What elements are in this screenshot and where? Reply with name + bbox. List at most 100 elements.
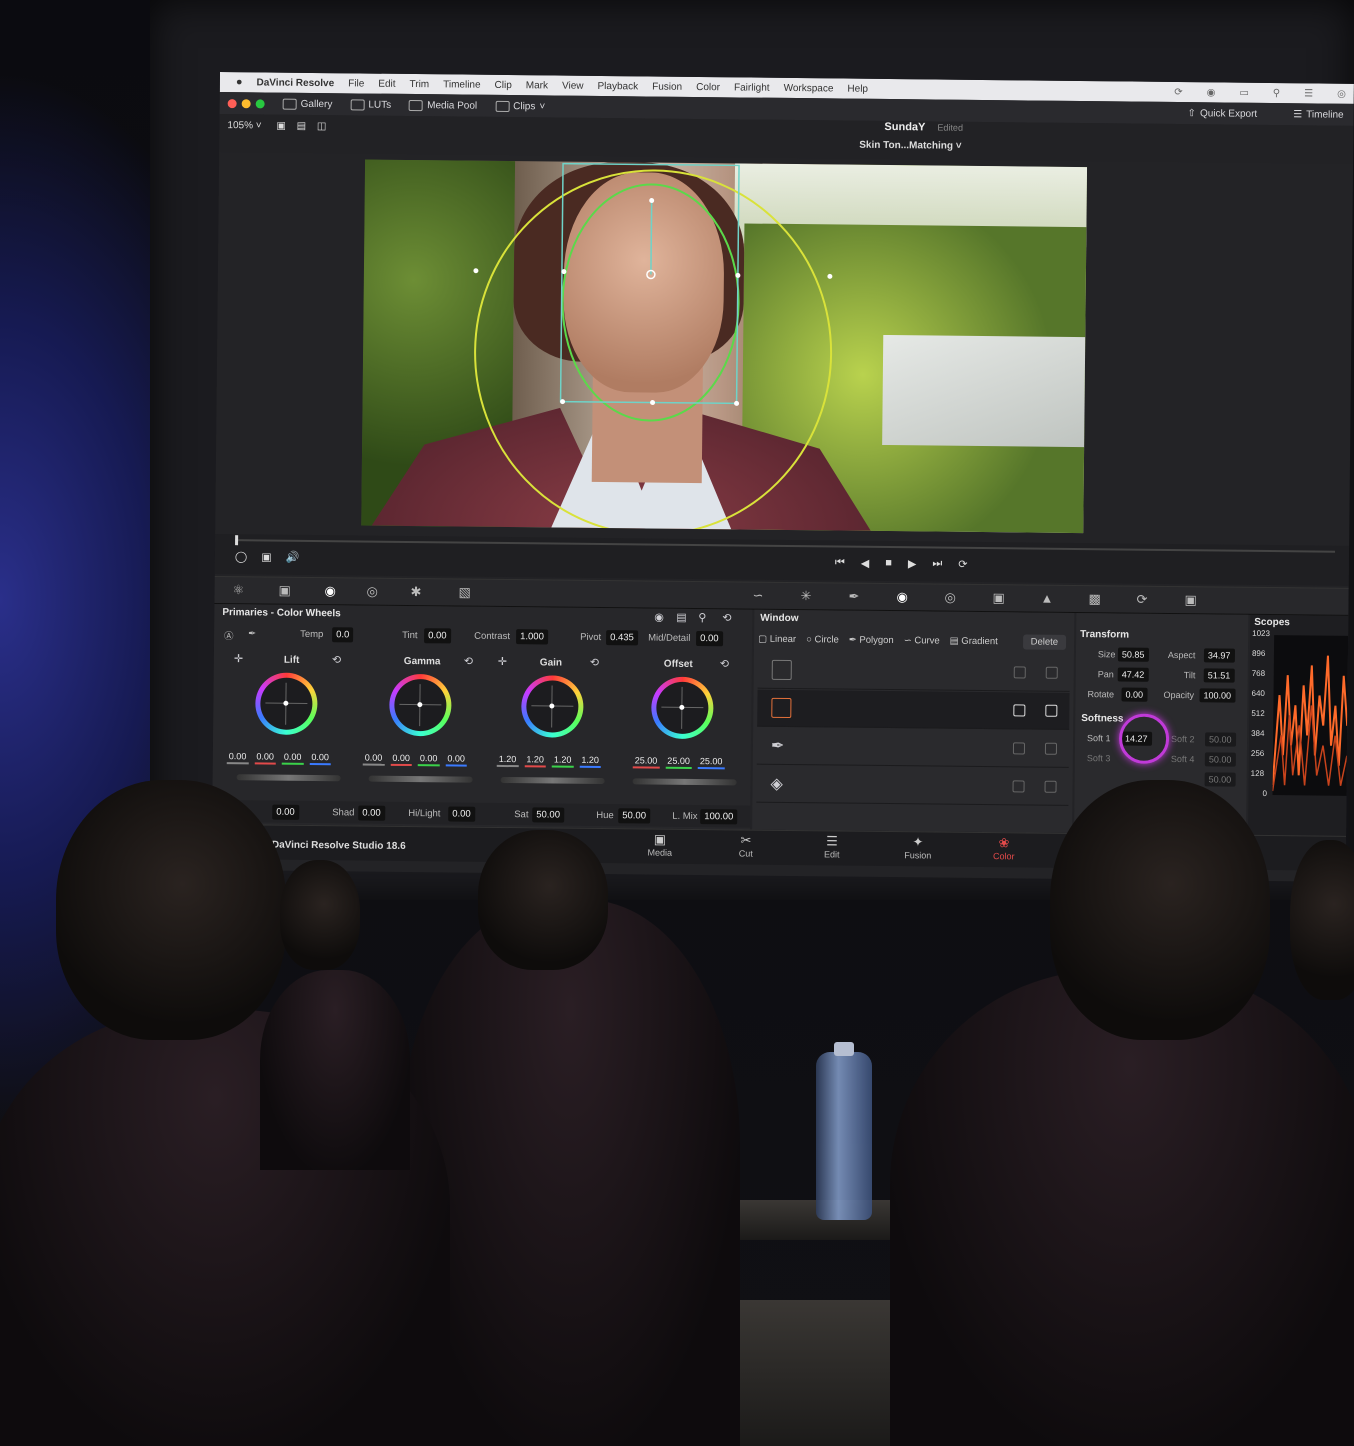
luts-button[interactable]: LUTs (350, 98, 391, 110)
video-viewer[interactable] (361, 159, 1088, 534)
size-field[interactable]: 50.85 (1117, 647, 1149, 662)
loop-mode-icon[interactable]: ◯ (235, 550, 247, 563)
offset-wheel-puck[interactable] (679, 704, 685, 710)
tracker-icon[interactable]: ◎ (944, 590, 956, 606)
picker-icon[interactable]: ✒ (248, 628, 256, 639)
speaker-icon[interactable]: 🔊 (286, 551, 300, 564)
gamma-wheel-puck[interactable] (417, 702, 423, 708)
auto-balance-icon[interactable]: Ⓐ (224, 628, 234, 642)
bars-mode-icon[interactable]: ▤ (676, 611, 687, 624)
tilt-field[interactable]: 51.51 (1203, 668, 1235, 683)
gamma-r-value[interactable]: 0.00 (390, 751, 412, 767)
linear-window-button[interactable]: ▢ Linear (758, 633, 796, 644)
eye-icon[interactable]: ◉ (1207, 87, 1216, 98)
middetail-field[interactable]: 0.00 (696, 631, 723, 647)
invert-toggle[interactable] (1013, 704, 1026, 717)
menu-fusion[interactable]: Fusion (652, 81, 682, 92)
rotate-field[interactable]: 0.00 (1121, 687, 1148, 702)
apple-icon[interactable]: ● (236, 76, 243, 88)
sync-icon[interactable]: ⟳ (1174, 86, 1183, 97)
reset-icon[interactable]: ⟲ (590, 656, 599, 669)
play-icon[interactable]: ▶ (908, 557, 917, 570)
temp-field[interactable]: 0.0 (332, 627, 354, 643)
invert-toggle[interactable] (1013, 666, 1026, 679)
opacity-field[interactable]: 100.00 (1199, 688, 1236, 703)
menu-workspace[interactable]: Workspace (784, 82, 834, 94)
window-top-handle[interactable] (649, 198, 655, 204)
zoom-select[interactable]: 105% ˅ ▣ ▤ ◫ (227, 120, 326, 132)
menu-view[interactable]: View (562, 80, 584, 91)
reset-icon[interactable]: ⟲ (332, 653, 341, 666)
soft4-field[interactable]: 50.00 (1204, 752, 1236, 767)
play-reverse-icon[interactable]: ◀ (861, 557, 870, 570)
quick-export-button[interactable]: ⇧ Quick Export (1188, 108, 1258, 120)
pan-field[interactable]: 47.42 (1117, 667, 1149, 682)
gamma-g-value[interactable]: 0.00 (417, 752, 440, 767)
curve-window-button[interactable]: ∽ Curve (904, 635, 940, 646)
camera-raw-icon[interactable]: ⚛ (232, 582, 245, 598)
menu-clip[interactable]: Clip (495, 79, 512, 90)
playhead[interactable] (235, 535, 239, 546)
lift-wheel-puck[interactable] (283, 700, 289, 706)
gradient-window-button[interactable]: ▤ Gradient (950, 635, 998, 647)
window-row-circle[interactable] (757, 689, 1070, 730)
window-corner-handle[interactable] (734, 400, 740, 406)
log-mode-icon[interactable]: ⚲ (698, 611, 706, 624)
gamma-y-value[interactable]: 0.00 (362, 751, 385, 766)
soft2-field[interactable]: 50.00 (1204, 732, 1236, 747)
offset-r-value[interactable]: 25.00 (632, 754, 660, 769)
offset-g-value[interactable]: 25.00 (665, 754, 692, 769)
motion-effects-icon[interactable]: ▧ (458, 585, 470, 601)
circle-window-button[interactable]: ○ Circle (806, 634, 839, 645)
pivot-field[interactable]: 0.435 (606, 630, 638, 646)
control-center-icon[interactable]: ☰ (1304, 88, 1313, 99)
clips-button[interactable]: Clips ˅ (495, 100, 545, 112)
skip-to-start-icon[interactable]: ⏮ (835, 556, 845, 569)
lift-y-value[interactable]: 0.00 (226, 750, 249, 765)
wheels-mode-icon[interactable]: ◉ (654, 611, 664, 624)
gamma-b-value[interactable]: 0.00 (445, 752, 468, 767)
offset-wheel[interactable] (651, 676, 714, 740)
gain-y-value[interactable]: 1.20 (496, 752, 519, 768)
softness-right-handle[interactable] (827, 273, 833, 279)
menu-fairlight[interactable]: Fairlight (734, 82, 770, 93)
zoom-window-button[interactable] (255, 98, 265, 108)
battery-icon[interactable]: ▭ (1239, 87, 1249, 98)
gain-r-value[interactable]: 1.20 (524, 753, 546, 768)
menu-mark[interactable]: Mark (526, 80, 548, 91)
menu-timeline[interactable]: Timeline (443, 79, 481, 90)
timeline-button[interactable]: ☰ Timeline (1293, 109, 1344, 121)
lift-r-value[interactable]: 0.00 (254, 750, 276, 765)
polygon-window-button[interactable]: ✒ Polygon (849, 634, 894, 645)
window-bottom-handle[interactable] (650, 400, 656, 406)
menu-app-name[interactable]: DaVinci Resolve (256, 77, 334, 89)
close-window-button[interactable] (227, 98, 237, 108)
reset-icon[interactable]: ⟲ (464, 655, 473, 668)
window-center-line[interactable] (650, 200, 653, 275)
menu-help[interactable]: Help (847, 83, 868, 94)
timeline-name-select[interactable]: Skin Ton...Matching ˅ (859, 140, 961, 152)
waveform-scope[interactable] (1272, 635, 1349, 796)
gain-wheel-puck[interactable] (549, 703, 555, 709)
mask-toggle[interactable] (1045, 704, 1058, 717)
key-icon[interactable]: ▩ (1088, 591, 1100, 607)
lift-g-value[interactable]: 0.00 (281, 750, 304, 765)
delete-window-button[interactable]: Delete (1022, 633, 1067, 650)
skip-to-end-icon[interactable]: ⏭ (932, 557, 942, 570)
reset-icon[interactable]: ⟲ (722, 611, 731, 624)
hdr-wheels-icon[interactable]: ◎ (366, 584, 378, 600)
minimize-window-button[interactable] (241, 98, 251, 108)
crosshair-icon[interactable]: ✛ (234, 652, 243, 665)
softness-left-handle[interactable] (473, 268, 479, 274)
color-wheels-icon[interactable]: ◉ (324, 583, 336, 599)
3d-icon[interactable]: ▣ (1184, 592, 1196, 608)
qualifier-icon[interactable]: ✒ (848, 589, 859, 605)
window-row-linear[interactable] (757, 651, 1070, 692)
rgb-mixer-icon[interactable]: ✱ (410, 584, 421, 600)
curves-icon[interactable]: ∽ (752, 588, 763, 604)
lift-wheel[interactable] (255, 672, 318, 736)
split-screen-icon[interactable]: ▤ (297, 121, 307, 132)
window-palette-icon[interactable]: ◉ (896, 589, 908, 605)
search-icon[interactable]: ⚲ (1273, 88, 1280, 99)
marker-icon[interactable]: ▣ (261, 550, 272, 563)
